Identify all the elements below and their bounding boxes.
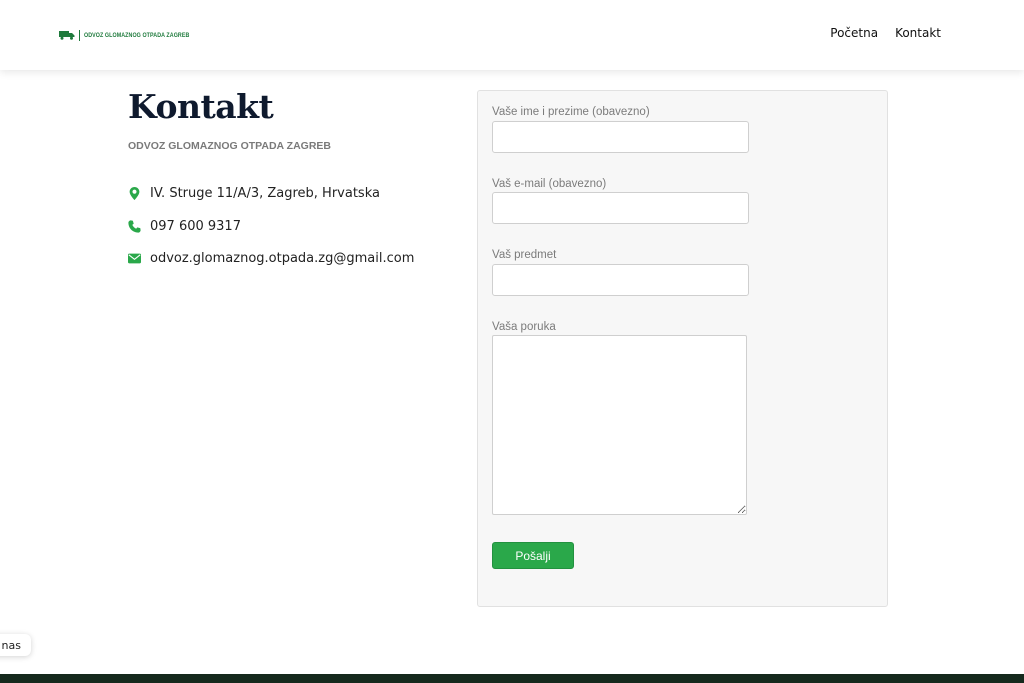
- name-input[interactable]: [492, 121, 749, 153]
- map-marker-icon: [129, 187, 140, 200]
- contact-us-chip-label: nas: [1, 638, 21, 652]
- site-logo[interactable]: ODVOZ GLOMAZNOG OTPADA ZAGREB: [59, 29, 213, 41]
- contact-us-chip[interactable]: nas: [0, 634, 31, 656]
- address-text: IV. Struge 11/A/3, Zagreb, Hrvatska: [150, 186, 380, 201]
- email-link[interactable]: odvoz.glomaznog.otpada.zg@gmail.com: [150, 251, 414, 266]
- company-subtitle: ODVOZ GLOMAZNOG OTPADA ZAGREB: [128, 140, 331, 152]
- page-title: Kontakt: [128, 87, 274, 126]
- truck-icon: [59, 31, 75, 40]
- nav-link-pocetna[interactable]: Početna: [830, 26, 878, 40]
- name-label: Vaše ime i prezime (obavezno): [492, 106, 650, 118]
- contact-address: IV. Struge 11/A/3, Zagreb, Hrvatska: [128, 186, 380, 201]
- logo-text: ODVOZ GLOMAZNOG OTPADA ZAGREB: [84, 31, 190, 39]
- subject-label: Vaš predmet: [492, 249, 557, 261]
- main-nav: Početna Kontakt: [830, 26, 941, 40]
- submit-button[interactable]: Pošalji: [492, 542, 574, 569]
- phone-icon: [128, 220, 141, 233]
- contact-email: odvoz.glomaznog.otpada.zg@gmail.com: [128, 251, 414, 266]
- footer-bar: [0, 674, 1024, 683]
- envelope-icon: [128, 253, 141, 264]
- nav-link-kontakt[interactable]: Kontakt: [895, 26, 941, 40]
- phone-link[interactable]: 097 600 9317: [150, 219, 241, 234]
- contact-phone: 097 600 9317: [128, 219, 241, 234]
- subject-input[interactable]: [492, 264, 749, 296]
- message-label: Vaša poruka: [492, 321, 556, 333]
- email-input[interactable]: [492, 192, 749, 224]
- contact-form: Vaše ime i prezime (obavezno) Vaš e-mail…: [477, 90, 888, 607]
- message-textarea[interactable]: [492, 335, 747, 515]
- site-header: ODVOZ GLOMAZNOG OTPADA ZAGREB Početna Ko…: [0, 0, 1024, 70]
- email-label: Vaš e-mail (obavezno): [492, 178, 607, 190]
- logo-divider: [79, 29, 80, 41]
